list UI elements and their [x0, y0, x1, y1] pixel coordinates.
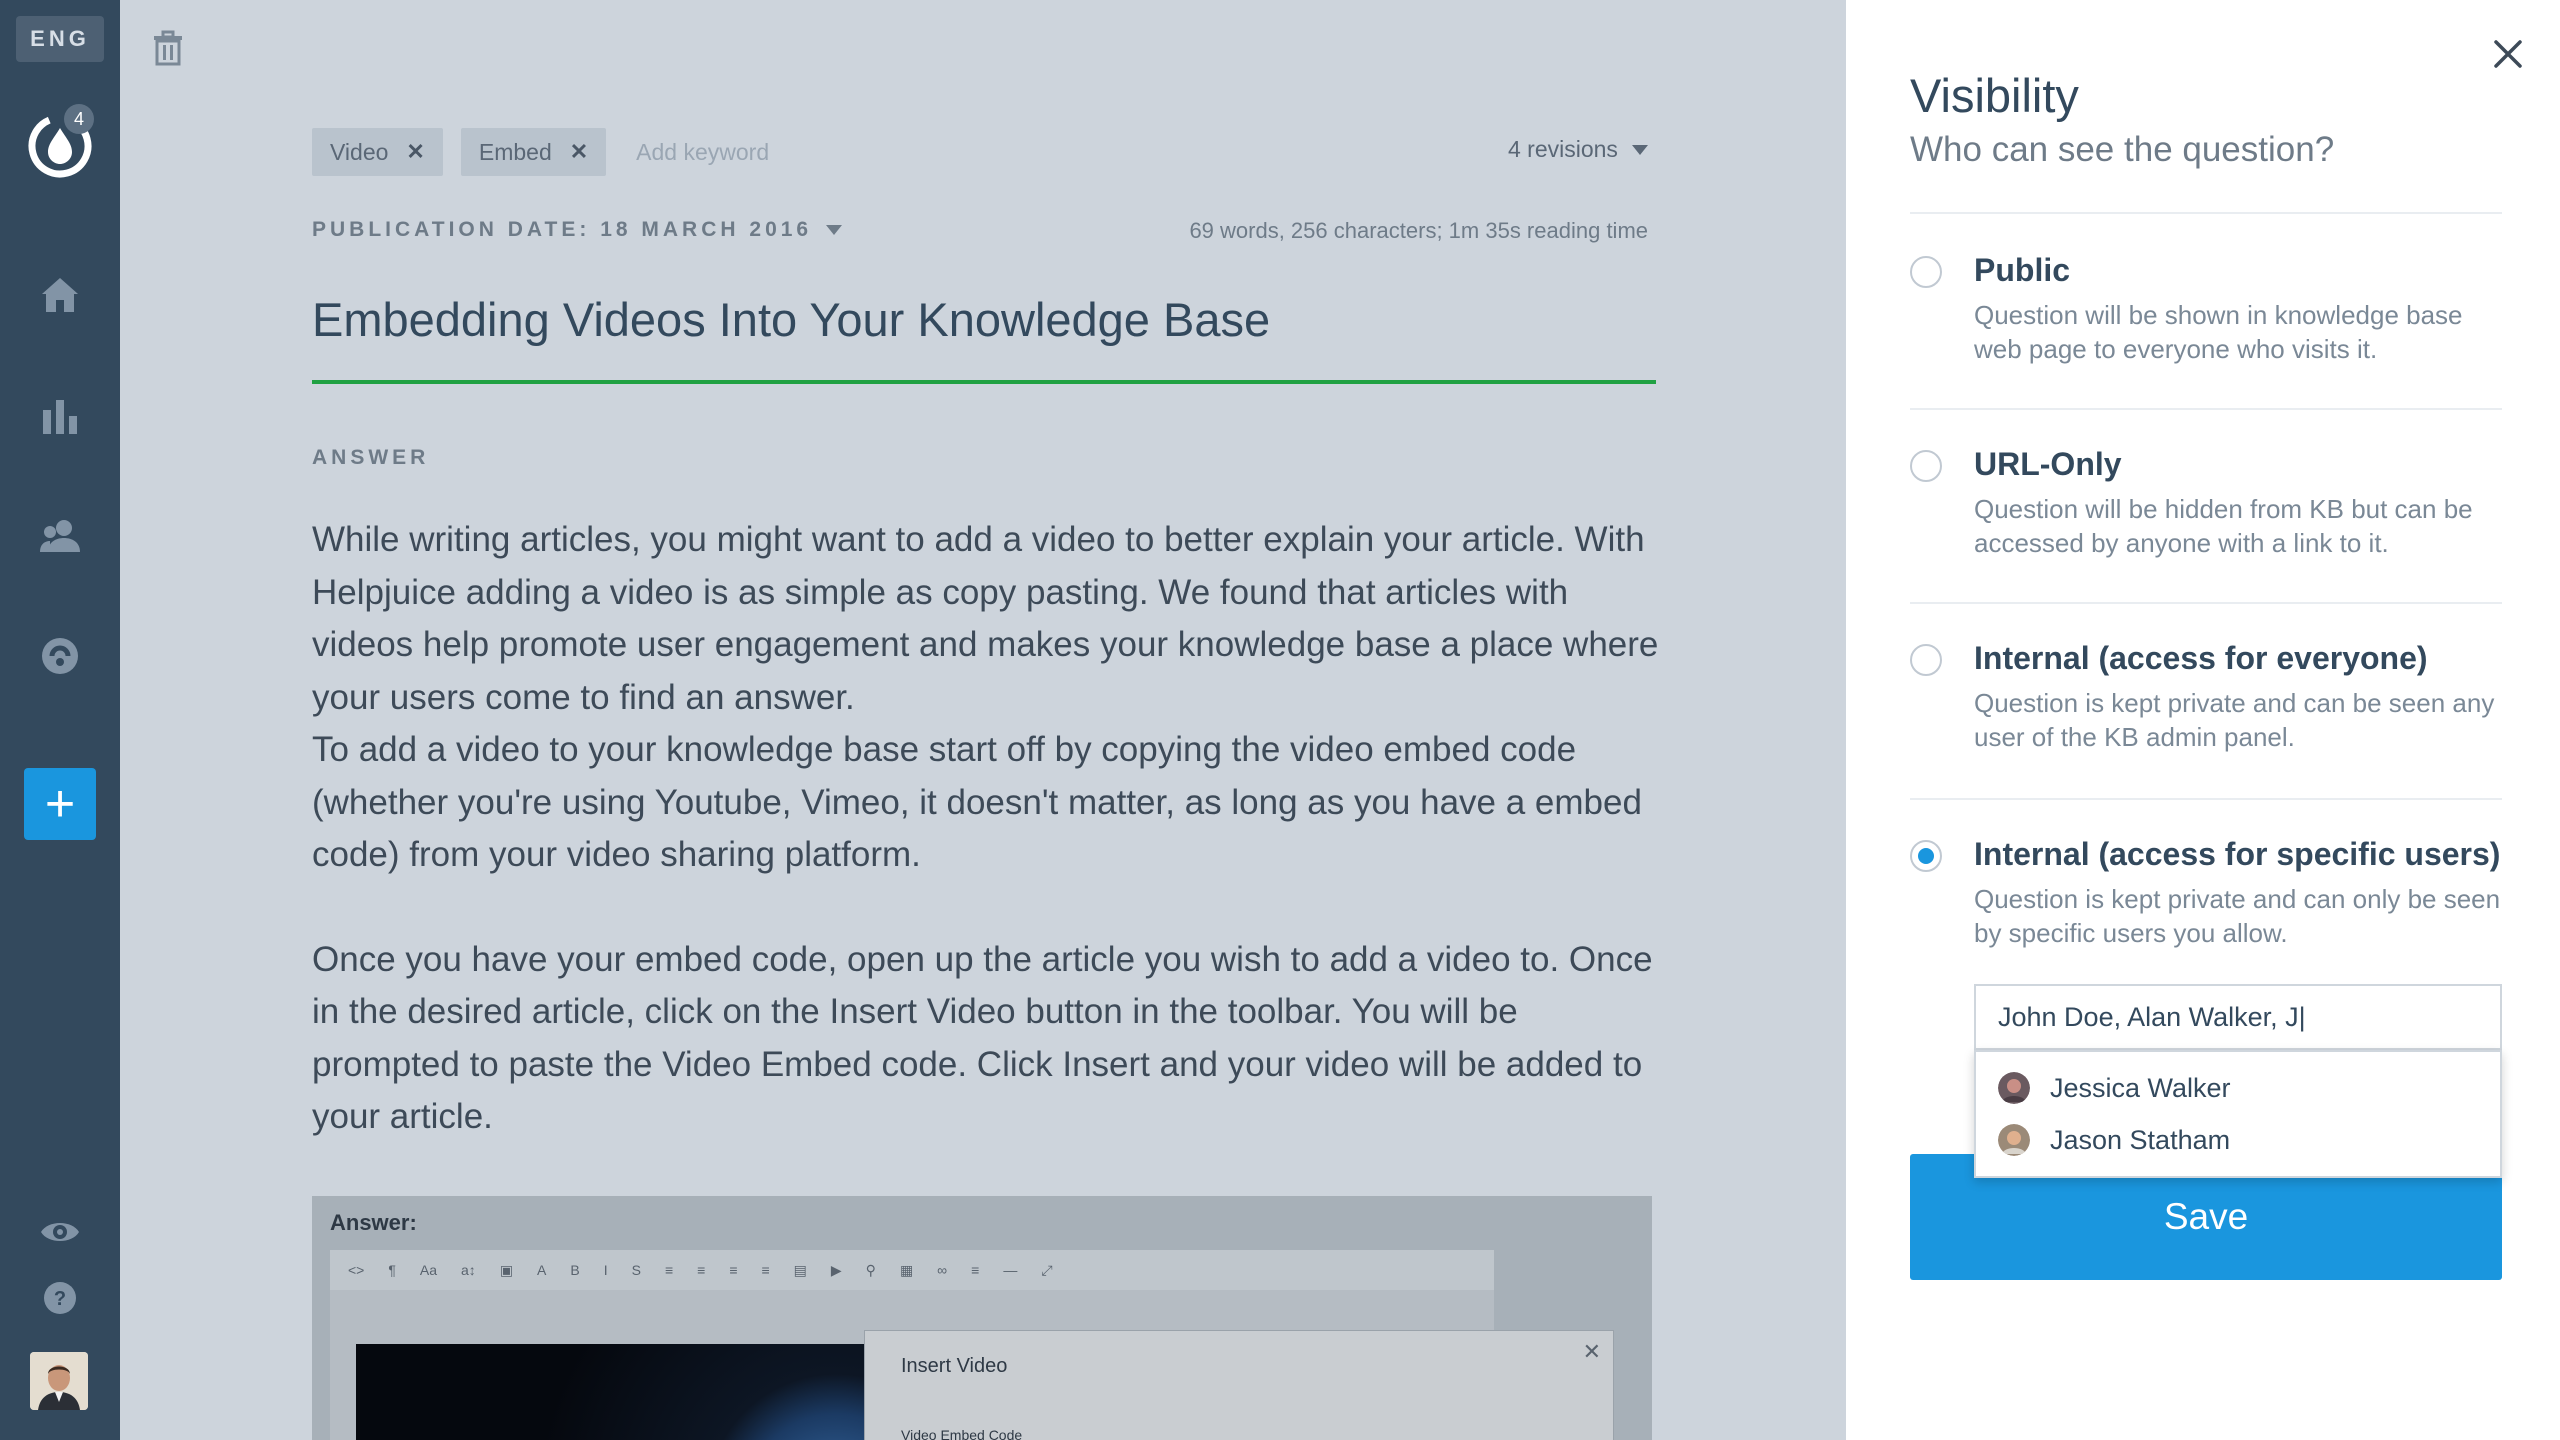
article-stats: 69 words, 256 characters; 1m 35s reading… [1189, 218, 1648, 243]
user-avatar[interactable] [30, 1352, 88, 1410]
tag-embed: Embed ✕ [460, 128, 607, 176]
radio-button-selected[interactable] [1910, 840, 1942, 872]
suggestion-name: Jessica Walker [2050, 1072, 2231, 1103]
screenshot-insert-video-modal: Insert Video ✕ Video Embed Code [864, 1330, 1614, 1440]
stats-icon[interactable] [38, 394, 82, 438]
notification-badge: 4 [64, 104, 94, 134]
paragraph: To add a video to your knowledge base st… [312, 730, 1642, 874]
close-icon: ✕ [1582, 1339, 1601, 1364]
article-title[interactable]: Embedding Videos Into Your Knowledge Bas… [312, 292, 1270, 347]
remove-tag-icon[interactable]: ✕ [406, 139, 424, 165]
option-description: Question is kept private and can only be… [1974, 884, 2501, 948]
preview-icon[interactable] [38, 1210, 82, 1254]
divider [1910, 212, 2502, 214]
divider [1910, 602, 2502, 604]
option-description: Question will be hidden from KB but can … [1974, 494, 2473, 558]
option-label: Public [1974, 252, 2071, 288]
home-icon[interactable] [38, 272, 82, 316]
option-label: Internal (access for specific users) [1974, 836, 2501, 872]
svg-text:?: ? [54, 1288, 66, 1310]
sidebar: ENG 4 + ? [0, 0, 120, 1440]
close-icon[interactable] [2490, 36, 2526, 72]
radio-button[interactable] [1910, 450, 1942, 482]
answer-label: ANSWER [312, 446, 430, 469]
divider [1910, 408, 2502, 410]
visibility-panel: Visibility Who can see the question? Pub… [1846, 0, 2560, 1440]
option-label: URL-Only [1974, 446, 2122, 482]
revisions-dropdown[interactable]: 4 revisions [1508, 136, 1648, 163]
modal-field-label: Video Embed Code [901, 1427, 1023, 1440]
tag-label: Embed [478, 138, 552, 165]
screenshot-answer-label: Answer: [330, 1210, 417, 1235]
caret-down-icon [826, 225, 843, 235]
title-underline [312, 380, 1656, 384]
option-description: Question will be shown in knowledge base… [1974, 300, 2463, 364]
divider [1910, 798, 2502, 800]
caret-down-icon [1631, 144, 1648, 155]
remove-tag-icon[interactable]: ✕ [570, 139, 588, 165]
integration-icon[interactable] [38, 634, 82, 678]
language-switcher[interactable]: ENG [16, 16, 104, 62]
tag-label: Video [330, 138, 389, 165]
panel-title: Visibility [1910, 69, 2079, 122]
paragraph: While writing articles, you might want t… [312, 520, 1659, 717]
publication-date-dropdown[interactable]: PUBLICATION DATE: 18 MARCH 2016 [312, 218, 843, 242]
screenshot-video-image [356, 1344, 876, 1440]
radio-button[interactable] [1910, 644, 1942, 676]
panel-subtitle: Who can see the question? [1910, 130, 2335, 169]
avatar [1998, 1124, 2030, 1156]
article-body[interactable]: While writing articles, you might want t… [312, 514, 1672, 1196]
user-suggestions-dropdown: Jessica Walker Jason Statham [1974, 1050, 2502, 1178]
suggestion-item[interactable]: Jessica Walker [1998, 1068, 2231, 1108]
screenshot-toolbar: <> ¶ Aa a↕ ▣ A B I S ≡ ≡ ≡ ≡ ▤ ▶ ⚲ ▦ ∞ ≡ — ⤢ [330, 1250, 1494, 1290]
modal-title: Insert Video [901, 1355, 1008, 1377]
option-description: Question is kept private and can be seen… [1974, 688, 2495, 752]
add-keyword-input[interactable] [634, 137, 859, 167]
allowed-users-input[interactable] [1974, 984, 2502, 1050]
option-label: Internal (access for everyone) [1974, 640, 2428, 676]
revisions-label: 4 revisions [1508, 136, 1618, 162]
keyword-tags: Video ✕ Embed ✕ [312, 128, 859, 176]
radio-button[interactable] [1910, 256, 1942, 288]
users-icon[interactable] [38, 514, 82, 558]
publication-date-label: PUBLICATION DATE: 18 MARCH 2016 [312, 218, 813, 241]
avatar [1998, 1072, 2030, 1104]
paragraph: Once you have your embed code, open up t… [312, 939, 1653, 1137]
embedded-screenshot: Answer: <> ¶ Aa a↕ ▣ A B I S ≡ ≡ ≡ ≡ ▤ ▶ ⚲ ▦ ∞ ≡ — ⤢ Insert … [312, 1196, 1652, 1440]
suggestion-name: Jason Statham [2050, 1124, 2231, 1155]
tag-video: Video ✕ [312, 128, 443, 176]
add-article-button[interactable]: + [24, 768, 96, 840]
delete-icon[interactable] [150, 30, 186, 66]
suggestion-item[interactable]: Jason Statham [1998, 1120, 2230, 1160]
help-icon[interactable]: ? [38, 1276, 82, 1320]
